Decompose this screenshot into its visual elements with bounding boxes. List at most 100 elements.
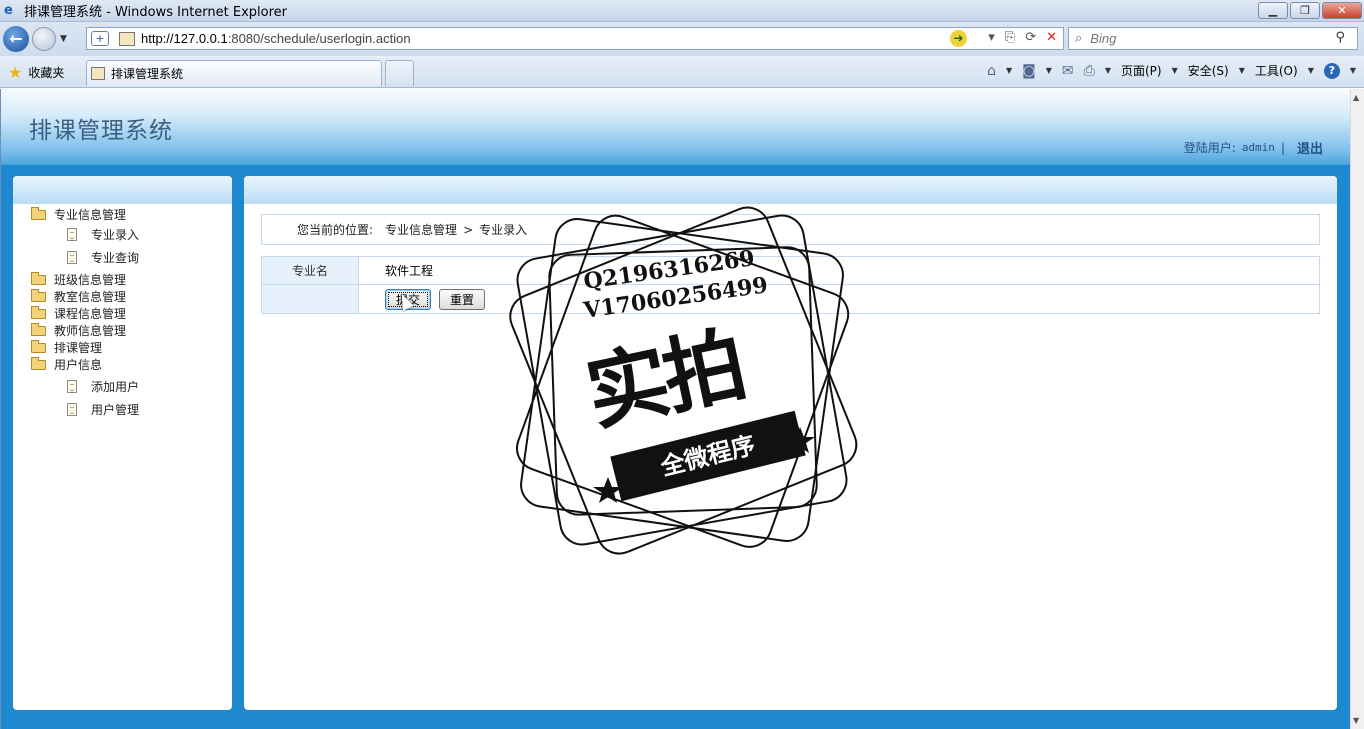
major-name-input[interactable] [385, 263, 685, 278]
feeds-dropdown-icon[interactable]: ▼ [1046, 66, 1052, 75]
folder-icon [31, 288, 46, 302]
search-provider-icon: ⌕ [1075, 31, 1083, 46]
major-name-cell [359, 257, 1319, 284]
main-panel: 您当前的位置: 专业信息管理 > 专业录入 专业名 提交 重置 [244, 176, 1337, 710]
compatibility-view-icon[interactable]: ⎘ [1005, 30, 1015, 45]
main-panel-header [244, 176, 1337, 204]
new-tab-button[interactable] [385, 60, 414, 86]
page-menu[interactable]: 页面(P) [1121, 62, 1162, 79]
reset-button[interactable]: 重置 [439, 288, 486, 310]
tools-menu-dropdown-icon[interactable]: ▼ [1308, 66, 1314, 75]
browser-tab[interactable]: 排课管理系统 [86, 60, 382, 86]
search-icon[interactable]: ⚲ [1335, 30, 1345, 45]
forward-button[interactable] [32, 27, 56, 51]
actions-label-cell [262, 285, 359, 313]
username: admin [1241, 141, 1275, 154]
window-title: 排课管理系统 - Windows Internet Explorer [24, 5, 287, 20]
sidebar-item-major[interactable]: 专业信息管理 [31, 206, 139, 223]
folder-icon [31, 322, 46, 336]
favorites-button[interactable]: ★ 收藏夹 [8, 63, 64, 82]
sidebar-header [13, 176, 232, 204]
major-name-label: 专业名 [262, 257, 359, 284]
form-row-name: 专业名 [262, 257, 1319, 285]
sidebar-menu: 专业信息管理 专业录入 专业查询 班级信息管理 教室信息管理 课程信息管理 教师… [31, 206, 139, 421]
content-area: 专业信息管理 专业录入 专业查询 班级信息管理 教室信息管理 课程信息管理 教师… [1, 165, 1351, 729]
major-form: 专业名 提交 重置 [261, 256, 1320, 314]
sidebar-item-schedule[interactable]: 排课管理 [31, 339, 139, 356]
header-banner: 排课管理系统 登陆用户: admin | 退出 [1, 89, 1351, 165]
go-icon[interactable]: ➜ [950, 30, 967, 47]
search-input[interactable] [1090, 31, 1321, 46]
print-icon[interactable]: ⎙ [1084, 63, 1095, 79]
actions-cell: 提交 重置 [359, 285, 1319, 313]
folder-icon [31, 356, 46, 370]
mail-icon[interactable]: ✉ [1062, 63, 1074, 79]
location-label: 您当前的位置: [297, 223, 374, 237]
address-bar[interactable]: + http://127.0.0.1:8080/schedule/userlog… [86, 27, 1064, 50]
navigation-bar: ← ▼ + http://127.0.0.1:8080/schedule/use… [0, 22, 1364, 56]
address-url[interactable]: http://127.0.0.1:8080/schedule/userlogin… [141, 31, 411, 46]
tools-menu[interactable]: 工具(O) [1255, 62, 1298, 79]
web-page: 排课管理系统 登陆用户: admin | 退出 专业信息管理 专业录入 专业查询… [0, 89, 1351, 729]
breadcrumb-item-add: 专业录入 [479, 223, 528, 237]
user-label: 登陆用户: [1183, 141, 1236, 155]
search-box[interactable]: ⌕ ⚲ [1068, 27, 1358, 50]
folder-icon [31, 305, 46, 319]
help-icon[interactable]: ? [1323, 62, 1340, 79]
page-icon [119, 31, 135, 46]
restore-button[interactable]: ❐ [1290, 2, 1320, 19]
user-info: 登陆用户: admin | 退出 [1183, 138, 1323, 158]
ie-logo-icon: e [4, 2, 13, 18]
minimize-button[interactable]: ▁ [1258, 2, 1288, 19]
logout-link[interactable]: 退出 [1297, 138, 1323, 157]
document-icon [67, 228, 77, 241]
back-button[interactable]: ← [3, 26, 29, 52]
folder-icon [31, 339, 46, 353]
user-separator: | [1280, 140, 1285, 155]
safety-menu-dropdown-icon[interactable]: ▼ [1239, 66, 1245, 75]
favorites-label: 收藏夹 [28, 66, 65, 80]
sidebar-item-user[interactable]: 用户信息 [31, 356, 139, 373]
scroll-down-icon[interactable]: ▼ [1353, 716, 1359, 725]
folder-icon [31, 206, 46, 220]
form-row-actions: 提交 重置 [262, 285, 1319, 313]
vertical-scrollbar[interactable]: ▲ ▼ [1350, 89, 1364, 729]
tab-page-icon [91, 67, 105, 80]
sidebar-subitem-add-user[interactable]: 添加用户 [31, 375, 139, 398]
scroll-up-icon[interactable]: ▲ [1353, 93, 1359, 102]
history-dropdown-icon[interactable]: ▼ [60, 34, 67, 44]
app-title: 排课管理系统 [29, 118, 173, 144]
page-menu-dropdown-icon[interactable]: ▼ [1172, 66, 1178, 75]
home-icon[interactable]: ⌂ [987, 63, 996, 79]
sidebar: 专业信息管理 专业录入 专业查询 班级信息管理 教室信息管理 课程信息管理 教师… [13, 176, 232, 710]
refresh-icon[interactable]: ⟳ [1025, 30, 1036, 45]
stop-icon[interactable]: ✕ [1046, 30, 1057, 45]
feeds-icon[interactable]: ◙ [1022, 63, 1036, 79]
tab-bar: ★ 收藏夹 排课管理系统 ⌂ ▼ ◙ ▼ ✉ ⎙ ▼ 页面(P) ▼ 安全(S) ▼ 工具… [0, 56, 1364, 88]
help-dropdown-icon[interactable]: ▼ [1350, 66, 1356, 75]
sidebar-item-class[interactable]: 班级信息管理 [31, 271, 139, 288]
sidebar-item-classroom[interactable]: 教室信息管理 [31, 288, 139, 305]
home-dropdown-icon[interactable]: ▼ [1006, 66, 1012, 75]
sidebar-subitem-user-manage[interactable]: 用户管理 [31, 398, 139, 421]
sidebar-subitem-major-add[interactable]: 专业录入 [31, 223, 139, 246]
sidebar-subitem-major-query[interactable]: 专业查询 [31, 246, 139, 269]
folder-icon [31, 271, 46, 285]
breadcrumb: 您当前的位置: 专业信息管理 > 专业录入 [261, 214, 1320, 245]
document-icon [67, 403, 77, 416]
compat-icon[interactable]: + [91, 31, 109, 46]
close-window-button[interactable]: ✕ [1322, 2, 1362, 19]
document-icon [67, 251, 77, 264]
print-dropdown-icon[interactable]: ▼ [1105, 66, 1111, 75]
window-titlebar: e 排课管理系统 - Windows Internet Explorer ▁ ❐… [0, 0, 1364, 22]
star-icon: ★ [8, 63, 23, 82]
document-icon [67, 380, 77, 393]
breadcrumb-item-major: 专业信息管理 [385, 223, 458, 237]
command-bar: ⌂ ▼ ◙ ▼ ✉ ⎙ ▼ 页面(P) ▼ 安全(S) ▼ 工具(O) ▼ ? ▼ [987, 62, 1356, 79]
safety-menu[interactable]: 安全(S) [1188, 62, 1229, 79]
sidebar-item-course[interactable]: 课程信息管理 [31, 305, 139, 322]
breadcrumb-separator: > [463, 222, 474, 237]
address-dropdown-icon[interactable]: ▾ [988, 30, 995, 45]
sidebar-item-teacher[interactable]: 教师信息管理 [31, 322, 139, 339]
tab-title: 排课管理系统 [111, 67, 184, 81]
